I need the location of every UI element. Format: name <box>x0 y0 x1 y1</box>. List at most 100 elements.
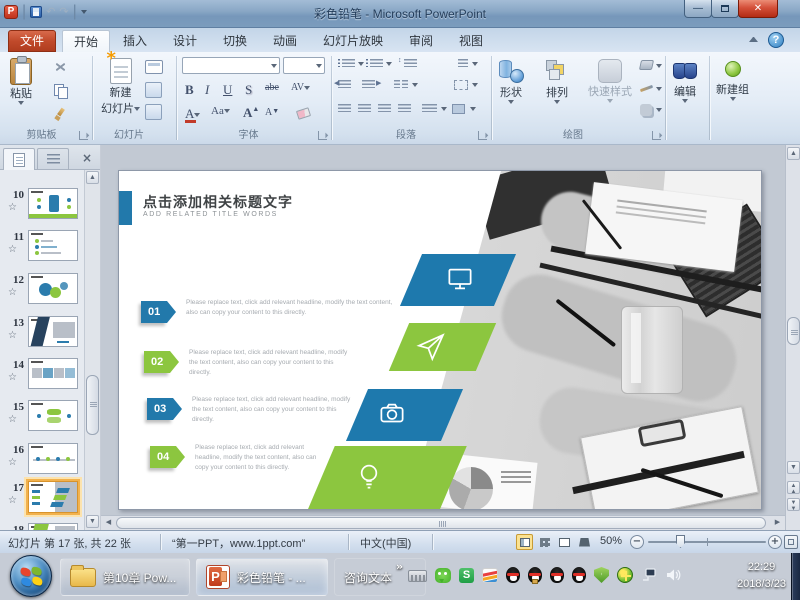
keyboard-icon[interactable] <box>408 570 427 582</box>
shape-fill-icon[interactable] <box>639 60 654 70</box>
scroll-down-icon[interactable]: ▼ <box>787 461 800 474</box>
arrange-button[interactable]: 排列 <box>544 58 570 104</box>
taskbar-button-folder[interactable]: 第10章 Pow... <box>60 558 190 596</box>
vertical-scrollbar[interactable]: ▲ ▼ ▲▲ ▼▼ <box>785 145 800 530</box>
align-center-icon[interactable] <box>358 104 371 114</box>
help-icon[interactable]: ? <box>768 32 784 48</box>
strikethrough-button[interactable]: abe <box>265 82 279 93</box>
item-02-badge[interactable]: 02 <box>144 351 170 373</box>
new-group-button[interactable]: 新建组 <box>716 61 749 101</box>
scroll-up-icon[interactable]: ▲ <box>86 171 99 184</box>
quick-styles-button[interactable]: 快速样式 <box>588 59 632 103</box>
previous-slide-button[interactable]: ▲▲ <box>787 481 800 494</box>
slide-17-thumbnail[interactable] <box>28 481 78 513</box>
panel-close-icon[interactable]: × <box>78 150 96 166</box>
character-spacing-button[interactable]: AV <box>291 82 310 93</box>
slide-16-thumbnail[interactable] <box>28 443 78 474</box>
slide-editing-area[interactable]: 点击添加相关标题文字 ADD RELATED TITLE WORDS 01 Pl… <box>118 170 762 510</box>
next-slide-button[interactable]: ▼▼ <box>787 498 800 511</box>
tab-home[interactable]: 开始 <box>62 30 110 52</box>
show-hidden-icons-chevron[interactable]: » <box>396 561 403 572</box>
chevron-up-icon[interactable] <box>749 36 758 42</box>
decrease-indent-icon[interactable] <box>338 80 351 90</box>
vertical-scrollbar-thumb[interactable] <box>787 317 800 345</box>
line-spacing-icon[interactable] <box>404 59 417 69</box>
wechat-icon[interactable] <box>435 568 451 583</box>
slide-10-thumbnail[interactable] <box>28 188 78 219</box>
bulb-parallelogram[interactable] <box>307 446 467 510</box>
bullets-icon[interactable] <box>342 59 355 69</box>
increase-indent-icon[interactable] <box>362 80 375 90</box>
taskbar-clock[interactable]: 22:29 2018/3/23 <box>737 559 786 593</box>
shape-effects-icon[interactable] <box>640 104 652 116</box>
new-slide-button[interactable]: 新建 幻灯片 <box>101 58 140 116</box>
slide-12-thumbnail[interactable] <box>28 273 78 304</box>
distribute-icon[interactable] <box>422 104 437 114</box>
zoom-out-button[interactable]: − <box>630 535 644 549</box>
format-painter-button[interactable] <box>54 108 71 124</box>
shape-outline-icon[interactable] <box>640 85 653 92</box>
section-button[interactable] <box>145 104 162 120</box>
reading-view-button[interactable] <box>556 534 573 550</box>
qq-icon[interactable] <box>572 567 586 583</box>
align-left-icon[interactable] <box>338 104 351 114</box>
horizontal-scrollbar-thumb[interactable] <box>116 517 766 529</box>
paste-button[interactable]: 粘贴 <box>10 58 32 105</box>
tab-insert[interactable]: 插入 <box>112 30 158 52</box>
panel-scrollbar-thumb[interactable] <box>86 375 99 435</box>
item-04-badge[interactable]: 04 <box>150 446 176 468</box>
normal-view-button[interactable] <box>516 534 533 550</box>
text-direction-icon[interactable] <box>458 59 468 69</box>
tab-animations[interactable]: 动画 <box>262 30 308 52</box>
tab-slideshow[interactable]: 幻灯片放映 <box>312 30 394 52</box>
align-right-icon[interactable] <box>378 104 391 114</box>
font-size-combobox[interactable] <box>283 57 325 74</box>
tab-slides-thumbnails[interactable] <box>3 148 35 170</box>
scroll-right-icon[interactable]: ▶ <box>771 517 784 529</box>
layout-button[interactable] <box>145 60 163 74</box>
columns-icon[interactable] <box>394 80 400 90</box>
sogou-icon[interactable]: S <box>459 568 474 583</box>
clipboard-dialog-launcher[interactable] <box>79 131 88 140</box>
slide-11-thumbnail[interactable] <box>28 230 78 261</box>
language-indicator[interactable]: 中文(中国) <box>360 535 411 551</box>
tab-outline[interactable] <box>37 148 69 170</box>
reset-button[interactable] <box>145 82 162 98</box>
slide-thumbnail[interactable]: 11 ☆ <box>0 230 82 268</box>
scroll-up-icon[interactable]: ▲ <box>787 147 800 160</box>
item-01-text[interactable]: Please replace text, click add relevant … <box>186 298 401 318</box>
slideshow-button[interactable] <box>576 534 593 550</box>
qq-briefcase-icon[interactable] <box>528 567 542 583</box>
scroll-down-icon[interactable]: ▼ <box>86 515 99 528</box>
tab-view[interactable]: 视图 <box>448 30 494 52</box>
shapes-button[interactable]: 形状 <box>498 58 524 104</box>
qq-icon[interactable] <box>506 567 520 583</box>
slide-14-thumbnail[interactable] <box>28 358 78 389</box>
fit-to-window-button[interactable] <box>784 535 798 549</box>
cut-button[interactable] <box>54 60 71 76</box>
qq-icon[interactable] <box>550 567 564 583</box>
font-name-combobox[interactable] <box>182 57 280 74</box>
clear-formatting-button[interactable] <box>296 107 311 120</box>
font-color-button[interactable]: A <box>185 106 200 121</box>
tab-file[interactable]: 文件 <box>8 30 56 52</box>
zoom-slider-thumb[interactable] <box>676 535 685 548</box>
underline-button[interactable]: U <box>223 82 232 98</box>
rainbow-icon[interactable] <box>482 568 498 583</box>
slide-thumbnail[interactable]: 10 ☆ <box>0 188 82 226</box>
item-01-badge[interactable]: 01 <box>141 301 167 323</box>
justify-icon[interactable] <box>398 104 411 114</box>
start-button[interactable] <box>10 555 52 597</box>
slide-18-thumbnail[interactable] <box>28 523 78 530</box>
slide-thumbnail[interactable]: 14 ☆ <box>0 358 82 396</box>
italic-button[interactable]: I <box>205 82 209 98</box>
grow-font-button[interactable]: A▲ <box>243 105 259 121</box>
shield-icon[interactable] <box>594 567 609 583</box>
panel-scrollbar[interactable]: ▲ ▼ <box>84 170 100 530</box>
paragraph-dialog-launcher[interactable] <box>478 131 487 140</box>
network-icon[interactable] <box>641 567 657 583</box>
zoom-in-button[interactable]: + <box>768 535 782 549</box>
scroll-left-icon[interactable]: ◀ <box>102 517 115 529</box>
slide-thumbnail[interactable]: 16 ☆ <box>0 443 82 481</box>
tab-design[interactable]: 设计 <box>162 30 208 52</box>
